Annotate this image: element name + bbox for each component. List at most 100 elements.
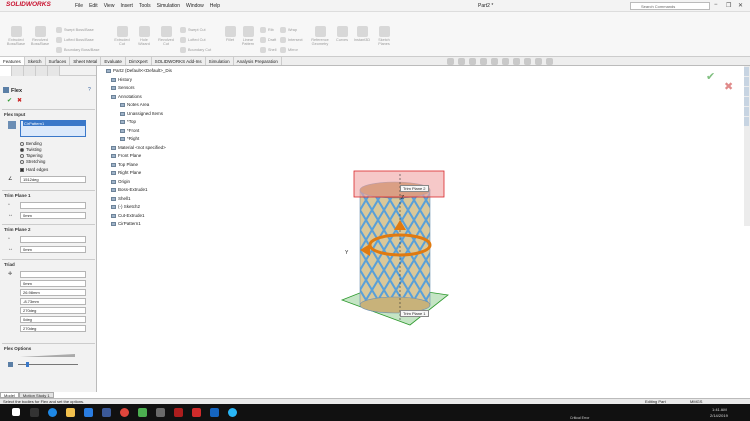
swept-boss-button[interactable]: Swept Boss/Base xyxy=(56,27,94,33)
tree-root[interactable]: Part2 (Default<<Default>_Dis xyxy=(106,68,172,73)
reference-geometry-button[interactable]: Reference Geometry xyxy=(308,26,332,46)
menu-edit[interactable]: Edit xyxy=(89,3,98,9)
explorer-icon[interactable] xyxy=(66,408,75,417)
tab-sheet-metal[interactable]: Sheet Metal xyxy=(70,57,102,65)
display-style-icon[interactable] xyxy=(502,58,509,65)
appearances-icon[interactable] xyxy=(744,107,749,116)
triad-x-field[interactable]: 0mm xyxy=(20,280,86,287)
feature-manager-tab[interactable] xyxy=(0,66,12,76)
cortana-icon[interactable] xyxy=(228,408,237,417)
accuracy-slider-thumb[interactable] xyxy=(26,362,29,367)
menu-tools[interactable]: Tools xyxy=(139,3,151,9)
trim-plane-1-distance[interactable]: 0mm xyxy=(20,212,86,219)
tree-item-front-view[interactable]: *Front xyxy=(120,128,139,133)
previous-view-icon[interactable] xyxy=(469,58,476,65)
help-button[interactable]: ? xyxy=(88,87,91,93)
zoom-area-icon[interactable] xyxy=(458,58,465,65)
flex-input-field[interactable]: CirPattern1 xyxy=(20,120,86,137)
scene-icon[interactable] xyxy=(535,58,542,65)
menu-file[interactable]: File xyxy=(75,3,83,9)
cancel-button[interactable]: ✖ xyxy=(17,97,22,104)
trim-plane-2-shape[interactable] xyxy=(353,170,445,198)
trim-plane-2-reference[interactable] xyxy=(20,236,86,243)
wrap-button[interactable]: Wrap xyxy=(280,27,297,33)
display-manager-tab[interactable] xyxy=(48,66,60,76)
hole-wizard-button[interactable]: Hole Wizard xyxy=(134,26,154,46)
angle-input[interactable]: 1512deg xyxy=(20,176,86,183)
view-settings-icon[interactable] xyxy=(546,58,553,65)
trim-plane-2-label[interactable]: Trim Plane 2 xyxy=(400,185,429,192)
tab-analysis-preparation[interactable]: Analysis Preparation xyxy=(234,57,282,65)
app-icon[interactable] xyxy=(156,408,165,417)
view-orientation-icon[interactable] xyxy=(491,58,498,65)
extruded-cut-button[interactable]: Extruded Cut xyxy=(112,26,132,46)
mail-icon[interactable] xyxy=(102,408,111,417)
tree-item-sketch2[interactable]: (-) Sketch2 xyxy=(111,204,140,209)
minimize-button[interactable]: − xyxy=(714,2,718,8)
zoom-fit-icon[interactable] xyxy=(447,58,454,65)
extruded-boss-button[interactable]: Extruded Boss/Base xyxy=(6,26,26,46)
revolved-cut-button[interactable]: Revolved Cut xyxy=(156,26,176,46)
menu-insert[interactable]: Insert xyxy=(120,3,133,9)
tree-item-shell1[interactable]: Shell1 xyxy=(111,196,131,201)
boundary-cut-button[interactable]: Boundary Cut xyxy=(180,47,211,53)
trim-plane-1-label[interactable]: Trim Plane 1 xyxy=(400,310,429,317)
tree-item-unassigned[interactable]: Unassigned Items xyxy=(120,111,163,116)
linear-pattern-button[interactable]: Linear Pattern xyxy=(238,26,258,46)
sketch-planes-button[interactable]: Sketch Planes xyxy=(376,26,392,46)
triad-rot-y-field[interactable]: 0deg xyxy=(20,316,86,323)
tab-dimxpert[interactable]: DimXpert xyxy=(126,57,152,65)
trim-plane-2-distance[interactable]: 0mm xyxy=(20,246,86,253)
ok-button[interactable]: ✔ xyxy=(7,97,12,104)
tree-item-notes-area[interactable]: Notes Area xyxy=(120,102,149,107)
start-icon[interactable] xyxy=(12,408,20,416)
radio-stretching[interactable]: Stretching xyxy=(20,159,45,164)
tree-item-material[interactable]: Material <not specified> xyxy=(111,145,166,150)
tab-surfaces[interactable]: Surfaces xyxy=(46,57,71,65)
clock-date[interactable]: 2/14/2019 xyxy=(710,413,728,418)
search-input[interactable]: Search Commands xyxy=(630,2,710,10)
hard-edges-checkbox[interactable]: Hard edges xyxy=(20,167,48,172)
tree-item-cirpattern1[interactable]: CirPattern1 xyxy=(111,221,141,226)
section-view-icon[interactable] xyxy=(480,58,487,65)
chrome-icon[interactable] xyxy=(120,408,129,417)
radio-tapering[interactable]: Tapering xyxy=(20,153,42,158)
view-palette-icon[interactable] xyxy=(744,97,749,106)
app-icon[interactable] xyxy=(138,408,147,417)
trim-plane-1-reference[interactable] xyxy=(20,202,86,209)
clock-time[interactable]: 1:41 AM xyxy=(712,407,727,412)
tab-addins[interactable]: SOLIDWORKS Add-Ins xyxy=(152,57,206,65)
tree-item-top-plane[interactable]: Top Plane xyxy=(111,162,138,167)
configuration-manager-tab[interactable] xyxy=(24,66,36,76)
tree-item-annotations[interactable]: Annotations xyxy=(111,94,142,99)
tree-item-cut-extrude1[interactable]: Cut-Extrude1 xyxy=(111,213,145,218)
instant3d-button[interactable]: Instant3D xyxy=(352,26,372,42)
tree-item-right-view[interactable]: *Right xyxy=(120,136,139,141)
dimxpert-manager-tab[interactable] xyxy=(36,66,48,76)
appearance-icon[interactable] xyxy=(524,58,531,65)
tree-item-front-plane[interactable]: Front Plane xyxy=(111,153,141,158)
triad-rot-z-field[interactable]: 270deg xyxy=(20,325,86,332)
triad-rot-x-field[interactable]: 270deg xyxy=(20,307,86,314)
recorder-icon[interactable] xyxy=(192,408,201,417)
edge-icon[interactable] xyxy=(48,408,57,417)
boundary-boss-button[interactable]: Boundary Boss/Base xyxy=(56,47,99,53)
property-manager-tab[interactable] xyxy=(12,66,24,76)
file-explorer-icon[interactable] xyxy=(744,87,749,96)
tree-item-right-plane[interactable]: Right Plane xyxy=(111,170,141,175)
triad-reference[interactable] xyxy=(20,271,86,278)
tab-sketch[interactable]: Sketch xyxy=(25,57,46,65)
hide-show-icon[interactable] xyxy=(513,58,520,65)
custom-properties-icon[interactable] xyxy=(744,117,749,126)
tree-item-boss-extrude1[interactable]: Boss-Extrude1 xyxy=(111,187,148,192)
triad-y-field[interactable]: 26.98mm xyxy=(20,289,86,296)
confirm-ok-icon[interactable]: ✔ xyxy=(706,70,715,83)
design-library-icon[interactable] xyxy=(744,77,749,86)
tree-item-top-view[interactable]: *Top xyxy=(120,119,136,124)
draft-button[interactable]: Draft xyxy=(260,37,276,43)
menu-window[interactable]: Window xyxy=(186,3,204,9)
rib-button[interactable]: Rib xyxy=(260,27,274,33)
menu-simulation[interactable]: Simulation xyxy=(157,3,180,9)
mirror-button[interactable]: Mirror xyxy=(280,47,298,53)
fillet-button[interactable]: Fillet xyxy=(222,26,238,42)
